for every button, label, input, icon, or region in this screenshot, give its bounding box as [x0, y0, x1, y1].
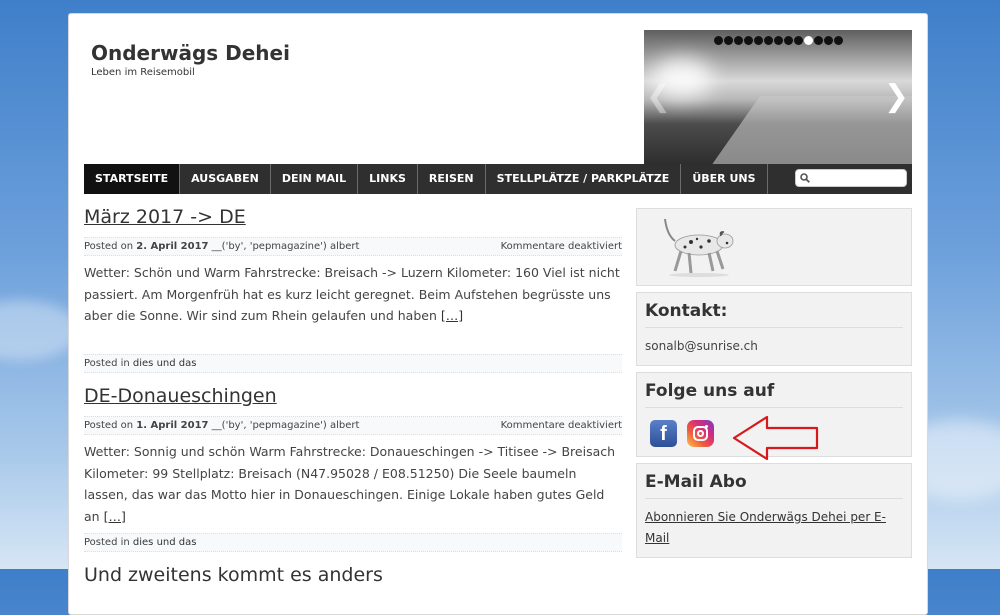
post-category-bar: Posted in dies und das: [84, 354, 622, 373]
post-comments: Kommentare deaktiviert: [500, 241, 622, 252]
post-excerpt: Wetter: Sonnig und schön Warm Fahrstreck…: [84, 441, 622, 524]
dalmatian-dog-image: [664, 218, 734, 277]
post-author[interactable]: __('by', 'pepmagazine') albert: [209, 420, 360, 431]
main-nav: STARTSEITE AUSGABEN DEIN MAIL LINKS REIS…: [84, 164, 912, 194]
site-title[interactable]: Onderwägs Dehei: [91, 41, 290, 65]
slider-dot[interactable]: [784, 36, 793, 45]
slider-pagination: [714, 36, 854, 55]
slider-dot[interactable]: [774, 36, 783, 45]
search-input[interactable]: [795, 169, 907, 187]
slider-dot[interactable]: [724, 36, 733, 45]
post-comments: Kommentare deaktiviert: [500, 420, 622, 431]
slider-dot[interactable]: [714, 36, 723, 45]
post-meta: Posted on 2. April 2017 __('by', 'pepmag…: [84, 237, 622, 256]
post-date[interactable]: 1. April 2017: [136, 420, 208, 431]
post-excerpt-text: Wetter: Schön und Warm Fahrstrecke: Brei…: [84, 265, 620, 323]
contact-widget: Kontakt: sonalb@sunrise.ch: [636, 292, 912, 366]
post-author[interactable]: __('by', 'pepmagazine') albert: [209, 241, 360, 252]
post-category-bar: Posted in dies und das: [84, 533, 622, 552]
contact-email: sonalb@sunrise.ch: [645, 339, 758, 353]
contact-title: Kontakt:: [645, 293, 903, 328]
page-container: Onderwägs Dehei Leben im Reisemobil ❮ ❯ …: [68, 13, 928, 615]
slider-dot[interactable]: [794, 36, 803, 45]
slider-dot[interactable]: [834, 36, 843, 45]
post: Und zweitens kommt es anders: [84, 564, 622, 590]
social-widget: Folge uns auf f: [636, 372, 912, 461]
slider-dot[interactable]: [744, 36, 753, 45]
post-title[interactable]: DE-Donaueschingen: [84, 385, 622, 411]
post-excerpt-text: Wetter: Sonnig und schön Warm Fahrstreck…: [84, 444, 616, 524]
nav-item-reisen[interactable]: REISEN: [418, 164, 486, 194]
nav-item-ausgaben[interactable]: AUSGABEN: [180, 164, 271, 194]
post: März 2017 -> DE Posted on 2. April 2017 …: [84, 206, 622, 373]
slider-dot[interactable]: [824, 36, 833, 45]
post-category-link[interactable]: dies und das: [133, 537, 197, 548]
post-category-link[interactable]: dies und das: [133, 358, 197, 369]
read-more-link[interactable]: […]: [441, 308, 463, 323]
instagram-icon[interactable]: [687, 420, 714, 447]
post-excerpt: Wetter: Schön und Warm Fahrstrecke: Brei…: [84, 262, 622, 334]
site-tagline: Leben im Reisemobil: [91, 67, 195, 78]
sidebar: Kontakt: sonalb@sunrise.ch Folge uns auf…: [636, 208, 912, 564]
slider-dot[interactable]: [764, 36, 773, 45]
nav-item-stellplaetze[interactable]: STELLPLÄTZE / PARKPLÄTZE: [486, 164, 682, 194]
chevron-left-icon[interactable]: ❮: [646, 82, 671, 112]
post-category-prefix: Posted in: [84, 537, 133, 548]
nav-item-startseite[interactable]: STARTSEITE: [84, 164, 181, 194]
post-meta: Posted on 1. April 2017 __('by', 'pepmag…: [84, 416, 622, 435]
post: DE-Donaueschingen Posted on 1. April 201…: [84, 385, 622, 552]
slider-image-path: [703, 96, 912, 164]
social-title: Folge uns auf: [645, 373, 903, 408]
post-title[interactable]: März 2017 -> DE: [84, 206, 622, 232]
email-abo-title: E-Mail Abo: [645, 464, 903, 499]
slider-dot[interactable]: [754, 36, 763, 45]
post-category-prefix: Posted in: [84, 358, 133, 369]
slider-dot[interactable]: [814, 36, 823, 45]
nav-item-ueber-uns[interactable]: ÜBER UNS: [681, 164, 768, 194]
red-arrow-icon: [732, 415, 819, 461]
slider-dot[interactable]: [734, 36, 743, 45]
email-subscribe-link[interactable]: Abonnieren Sie Onderwägs Dehei per E-Mai…: [645, 499, 903, 557]
main-content: März 2017 -> DE Posted on 2. April 2017 …: [84, 206, 622, 602]
dog-image-widget: [636, 208, 912, 286]
chevron-right-icon[interactable]: ❯: [884, 82, 909, 112]
nav-item-links[interactable]: LINKS: [358, 164, 418, 194]
social-icons: f: [645, 408, 903, 461]
post-meta-prefix: Posted on: [84, 241, 137, 252]
nav-item-dein-mail[interactable]: DEIN MAIL: [271, 164, 359, 194]
slider-dot[interactable]: [804, 36, 813, 45]
email-subscribe-widget: E-Mail Abo Abonnieren Sie Onderwägs Dehe…: [636, 463, 912, 558]
post-title[interactable]: Und zweitens kommt es anders: [84, 564, 622, 590]
post-date[interactable]: 2. April 2017: [136, 241, 208, 252]
post-meta-prefix: Posted on: [84, 420, 137, 431]
image-slider[interactable]: ❮ ❯: [644, 30, 912, 164]
facebook-icon[interactable]: f: [650, 420, 677, 447]
read-more-link[interactable]: […]: [104, 509, 126, 524]
search-icon: [800, 173, 810, 183]
